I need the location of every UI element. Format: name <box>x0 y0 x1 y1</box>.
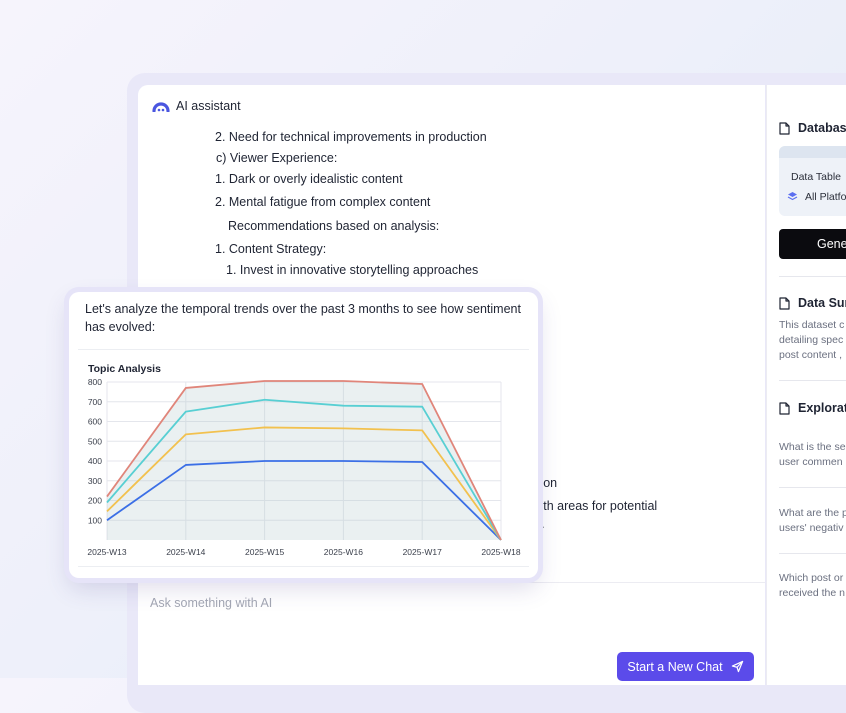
y-tick-label: 100 <box>88 515 102 525</box>
side-panel: Databas Data Table All Platfo Gene Data … <box>766 85 846 685</box>
x-tick-label: 2025-W18 <box>481 547 520 557</box>
question-item[interactable]: What are the p <box>779 506 846 521</box>
message-line: c) Viewer Experience: <box>216 151 338 165</box>
start-new-chat-label: Start a New Chat <box>627 659 723 674</box>
document-icon <box>779 401 790 415</box>
summary-text: detailing spec <box>779 334 844 346</box>
message-line: 1. Invest in innovative storytelling app… <box>226 263 479 277</box>
y-tick-label: 400 <box>88 456 102 466</box>
summary-title: Data Sur <box>798 296 846 310</box>
message-line: n with areas for potential <box>521 499 658 513</box>
explore-title: Explorat <box>798 401 846 415</box>
message-line: 2. Need for technical improvements in pr… <box>215 130 487 144</box>
exploration-title: Explorat <box>779 401 846 415</box>
chat-input[interactable]: Ask something with AI <box>150 596 272 610</box>
generate-button[interactable]: Gene <box>779 229 846 259</box>
send-icon <box>731 660 743 673</box>
chart-card: Let's analyze the temporal trends over t… <box>69 292 538 578</box>
chat-divider <box>138 582 765 583</box>
question-item[interactable]: users' negativ <box>779 521 843 536</box>
side-divider <box>779 276 846 277</box>
data-summary-title: Data Sur <box>779 296 846 310</box>
topic-analysis-chart: 100 200 300 400 500 600 700 800 2025-W13 2025-W14… <box>87 377 520 557</box>
question-item[interactable]: Which post or <box>779 571 843 586</box>
message-line: Recommendations based on analysis: <box>228 219 440 233</box>
y-tick-label: 200 <box>88 496 102 506</box>
y-tick-label: 300 <box>88 476 102 486</box>
card-header-band <box>779 146 846 158</box>
database-section-title: Databas <box>779 121 846 135</box>
message-line: 1. Content Strategy: <box>215 242 327 256</box>
assistant-title: AI assistant <box>176 99 241 113</box>
layers-icon <box>787 192 798 201</box>
assistant-header: AI assistant <box>152 99 241 113</box>
question-item[interactable]: received the n <box>779 586 845 601</box>
y-tick-label: 600 <box>88 417 102 427</box>
side-divider <box>779 380 846 381</box>
database-title: Databas <box>798 121 846 135</box>
document-icon <box>779 296 790 310</box>
x-tick-label: 2025-W17 <box>403 547 442 557</box>
message-line: 2. Mental fatigue from complex content <box>215 195 431 209</box>
x-tick-label: 2025-W14 <box>166 547 205 557</box>
x-tick-label: 2025-W15 <box>245 547 284 557</box>
x-tick-label: 2025-W16 <box>324 547 363 557</box>
question-item[interactable]: What is the se <box>779 440 846 455</box>
ai-assistant-logo-icon <box>152 102 170 112</box>
y-tick-label: 700 <box>88 397 102 407</box>
data-table-label: Data Table <box>791 171 842 183</box>
summary-text: This dataset c <box>779 319 845 331</box>
side-divider <box>779 487 846 488</box>
chart-container: Topic Analysis 100 200 300 400 500 600 700 800 2… <box>78 349 529 567</box>
y-tick-label: 800 <box>88 377 102 387</box>
side-divider <box>779 553 846 554</box>
question-item[interactable]: user commen <box>779 455 843 470</box>
x-tick-label: 2025-W13 <box>87 547 126 557</box>
platform-label: All Platfo <box>805 191 846 203</box>
message-line: 1. Dark or overly idealistic content <box>215 172 403 186</box>
start-new-chat-button[interactable]: Start a New Chat <box>617 652 754 681</box>
y-tick-label: 500 <box>88 436 102 446</box>
summary-text: post content , <box>779 349 843 361</box>
chart-intro-text: Let's analyze the temporal trends over t… <box>85 302 521 334</box>
document-icon <box>779 121 790 135</box>
